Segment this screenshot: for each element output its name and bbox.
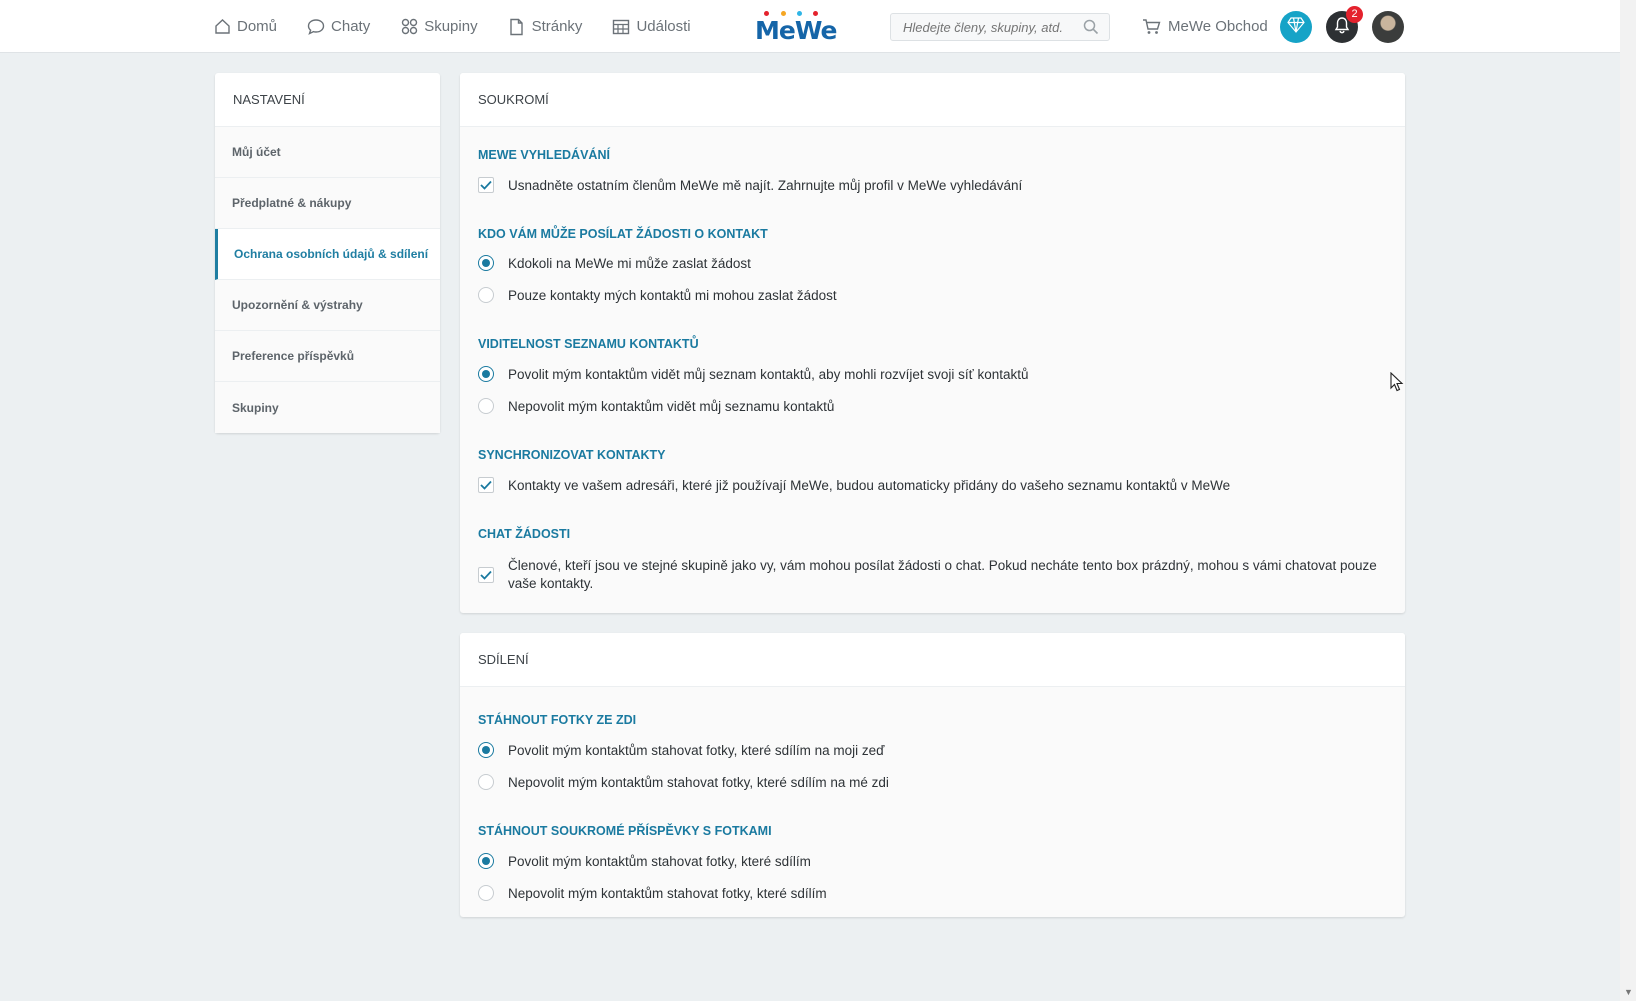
mewe-logo[interactable]: MeWe bbox=[755, 10, 837, 45]
main-nav: Domů Chaty Skupiny Stránky Události bbox=[213, 0, 721, 53]
settings-sidebar: NASTAVENÍ Můj účet Předplatné & nákupy O… bbox=[215, 73, 440, 433]
requests-option-contacts[interactable]: Pouze kontakty mých kontaktů mi mohou za… bbox=[478, 287, 837, 303]
mouse-cursor-icon bbox=[1390, 371, 1404, 397]
nav-events-label: Události bbox=[636, 18, 691, 35]
nav-chats-label: Chaty bbox=[331, 18, 371, 35]
page-icon bbox=[508, 18, 526, 36]
nav-events[interactable]: Události bbox=[612, 18, 691, 36]
requests-section-title: KDO VÁM MŮŽE POSÍLAT ŽÁDOSTI O KONTAKT bbox=[478, 227, 768, 241]
chat-section-title: CHAT ŽÁDOSTI bbox=[478, 527, 571, 541]
private-posts-option-deny-label: Nepovolit mým kontaktům stahovat fotky, … bbox=[508, 885, 827, 901]
visibility-radio-allow[interactable] bbox=[478, 366, 494, 382]
wall-photos-option-allow-label: Povolit mým kontaktům stahovat fotky, kt… bbox=[508, 742, 885, 758]
top-navigation-bar: Domů Chaty Skupiny Stránky Události MeWe… bbox=[0, 0, 1620, 53]
visibility-option-deny[interactable]: Nepovolit mým kontaktům vidět můj seznam… bbox=[478, 398, 834, 414]
sidebar-item-post-preferences[interactable]: Preference příspěvků bbox=[215, 331, 440, 382]
visibility-section-title: VIDITELNOST SEZNAMU KONTAKTŮ bbox=[478, 337, 699, 351]
nav-home-label: Domů bbox=[237, 18, 278, 35]
sync-contacts-option[interactable]: Kontakty ve vašem adresáři, které již po… bbox=[478, 477, 1230, 493]
sidebar-item-privacy[interactable]: Ochrana osobních údajů & sdílení bbox=[215, 229, 440, 280]
diamond-icon bbox=[1287, 16, 1305, 38]
nav-chats[interactable]: Chaty bbox=[307, 18, 370, 36]
sidebar-item-subscriptions[interactable]: Předplatné & nákupy bbox=[215, 178, 440, 229]
checkmark-icon bbox=[480, 570, 492, 580]
wall-photos-section-title: STÁHNOUT FOTKY ZE ZDI bbox=[478, 713, 637, 727]
search-section-title: MEWE VYHLEDÁVÁNÍ bbox=[478, 148, 610, 162]
sync-contacts-label: Kontakty ve vašem adresáři, které již po… bbox=[508, 477, 1231, 493]
checkmark-icon bbox=[480, 480, 492, 490]
chat-requests-checkbox[interactable] bbox=[478, 567, 494, 583]
calendar-icon bbox=[612, 18, 630, 36]
nav-home[interactable]: Domů bbox=[213, 18, 277, 36]
visibility-option-deny-label: Nepovolit mým kontaktům vidět můj seznam… bbox=[508, 398, 835, 414]
notification-badge: 2 bbox=[1346, 6, 1363, 23]
avatar[interactable] bbox=[1372, 11, 1404, 43]
private-posts-section-title: STÁHNOUT SOUKROMÉ PŘÍSPĚVKY S FOTKAMI bbox=[478, 824, 772, 838]
chat-requests-label: Členové, kteří jsou ve stejné skupině ja… bbox=[508, 558, 1377, 591]
shop-link[interactable]: MeWe Obchod bbox=[1142, 0, 1268, 53]
privacy-panel-title: SOUKROMÍ bbox=[460, 73, 1405, 127]
chat-bubble-icon bbox=[307, 18, 325, 36]
checkmark-icon bbox=[480, 180, 492, 190]
requests-option-anyone[interactable]: Kdokoli na MeWe mi může zaslat žádost bbox=[478, 255, 751, 271]
cart-icon bbox=[1142, 18, 1161, 35]
sharing-panel-title: SDÍLENÍ bbox=[460, 633, 1405, 687]
search-box bbox=[890, 13, 1110, 41]
sidebar-item-groups[interactable]: Skupiny bbox=[215, 382, 440, 433]
search-visibility-option[interactable]: Usnadněte ostatním členům MeWe mě najít.… bbox=[478, 177, 1022, 193]
wall-photos-option-deny-label: Nepovolit mým kontaktům stahovat fotky, … bbox=[508, 774, 889, 790]
shop-label: MeWe Obchod bbox=[1168, 18, 1268, 35]
requests-radio-anyone[interactable] bbox=[478, 255, 494, 271]
wall-photos-option-deny[interactable]: Nepovolit mým kontaktům stahovat fotky, … bbox=[478, 774, 889, 790]
private-posts-radio-allow[interactable] bbox=[478, 853, 494, 869]
privacy-panel: SOUKROMÍ MEWE VYHLEDÁVÁNÍ Usnadněte osta… bbox=[460, 73, 1405, 613]
sharing-panel: SDÍLENÍ STÁHNOUT FOTKY ZE ZDI Povolit mý… bbox=[460, 633, 1405, 917]
private-posts-option-deny[interactable]: Nepovolit mým kontaktům stahovat fotky, … bbox=[478, 885, 827, 901]
wall-photos-option-allow[interactable]: Povolit mým kontaktům stahovat fotky, kt… bbox=[478, 742, 884, 758]
search-visibility-checkbox[interactable] bbox=[478, 177, 494, 193]
nav-groups[interactable]: Skupiny bbox=[400, 18, 478, 36]
nav-pages-label: Stránky bbox=[531, 18, 583, 35]
sync-contacts-checkbox[interactable] bbox=[478, 477, 494, 493]
visibility-option-allow[interactable]: Povolit mým kontaktům vidět můj seznam k… bbox=[478, 366, 1029, 382]
page-scrollbar[interactable]: ▼ bbox=[1620, 0, 1636, 1001]
private-posts-radio-deny[interactable] bbox=[478, 885, 494, 901]
premium-gem-button[interactable] bbox=[1280, 11, 1312, 43]
requests-option-anyone-label: Kdokoli na MeWe mi může zaslat žádost bbox=[508, 255, 751, 271]
groups-icon bbox=[400, 18, 418, 36]
private-posts-option-allow-label: Povolit mým kontaktům stahovat fotky, kt… bbox=[508, 853, 811, 869]
sidebar-item-notifications[interactable]: Upozornění & výstrahy bbox=[215, 280, 440, 331]
scroll-down-arrow-icon[interactable]: ▼ bbox=[1624, 987, 1633, 997]
home-icon bbox=[213, 18, 231, 36]
nav-groups-label: Skupiny bbox=[424, 18, 478, 35]
visibility-radio-deny[interactable] bbox=[478, 398, 494, 414]
sidebar-item-account[interactable]: Můj účet bbox=[215, 127, 440, 178]
private-posts-option-allow[interactable]: Povolit mým kontaktům stahovat fotky, kt… bbox=[478, 853, 811, 869]
chat-requests-option[interactable]: Členové, kteří jsou ve stejné skupině ja… bbox=[478, 557, 1378, 593]
nav-pages[interactable]: Stránky bbox=[508, 18, 583, 36]
sync-section-title: SYNCHRONIZOVAT KONTAKTY bbox=[478, 448, 666, 462]
sidebar-title: NASTAVENÍ bbox=[215, 73, 440, 127]
search-icon[interactable] bbox=[1083, 19, 1099, 40]
logo-text: MeWe bbox=[755, 16, 837, 45]
search-visibility-label: Usnadněte ostatním členům MeWe mě najít.… bbox=[508, 177, 1023, 193]
wall-photos-radio-deny[interactable] bbox=[478, 774, 494, 790]
search-input[interactable] bbox=[891, 14, 1071, 40]
requests-option-contacts-label: Pouze kontakty mých kontaktů mi mohou za… bbox=[508, 287, 837, 303]
requests-radio-contacts[interactable] bbox=[478, 287, 494, 303]
visibility-option-allow-label: Povolit mým kontaktům vidět můj seznam k… bbox=[508, 366, 1029, 382]
wall-photos-radio-allow[interactable] bbox=[478, 742, 494, 758]
